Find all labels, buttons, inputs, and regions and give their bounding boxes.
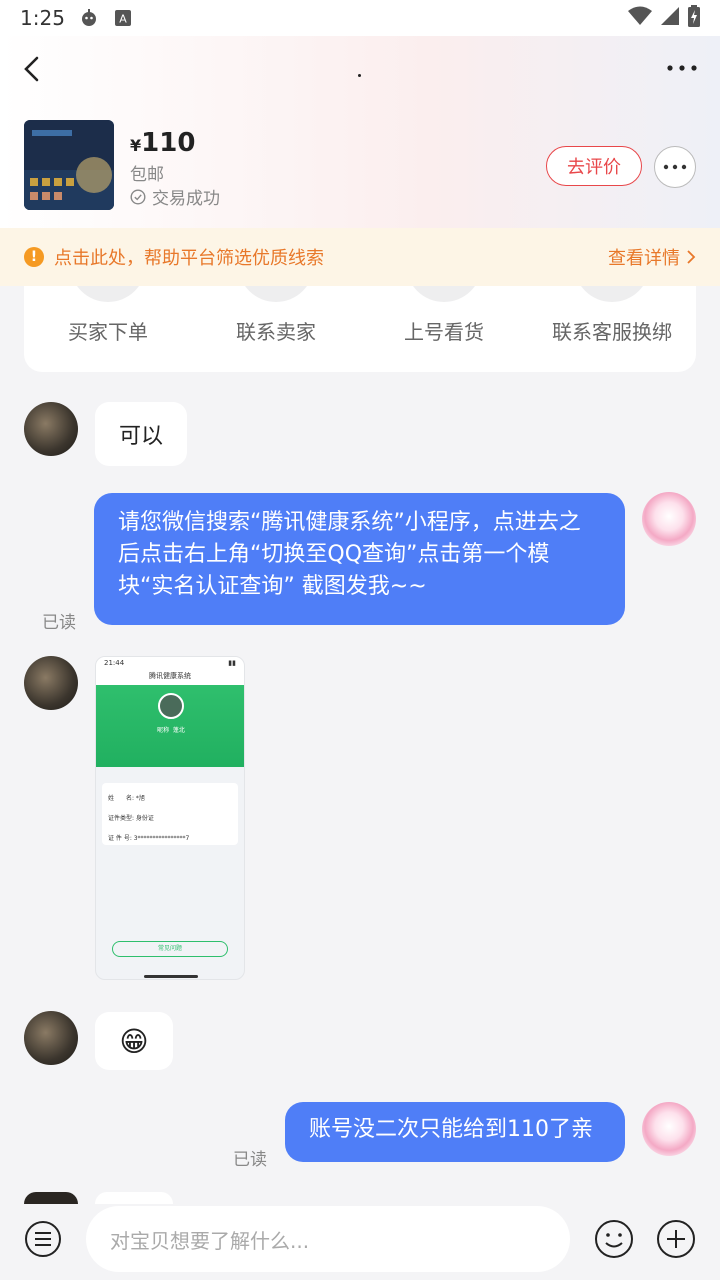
product-thumbnail[interactable] xyxy=(24,120,114,210)
action-label: 上号看货 xyxy=(404,320,484,344)
back-button[interactable] xyxy=(18,54,48,84)
seller-avatar xyxy=(24,1192,78,1204)
input-bar: 对宝贝想要了解什么... xyxy=(0,1204,720,1280)
price-symbol: ¥ xyxy=(130,136,142,155)
notice-text: 点击此处，帮助平台筛选优质线索 xyxy=(54,248,324,269)
more-dots-icon xyxy=(663,164,687,170)
message-bubble: 可以 xyxy=(95,402,188,466)
wifi-icon xyxy=(628,6,652,30)
trade-status-text: 交易成功 xyxy=(152,189,220,209)
page-title xyxy=(358,74,361,77)
action-buyer-order[interactable]: 买家下单 xyxy=(24,286,192,372)
menu-icon xyxy=(25,1221,61,1257)
seller-avatar[interactable] xyxy=(24,1011,78,1065)
user-avatar[interactable] xyxy=(642,492,696,546)
action-icon-bg xyxy=(574,286,650,302)
emoji-message: 😁 xyxy=(95,1012,173,1070)
seller-avatar[interactable] xyxy=(24,402,78,456)
warning-icon: ! xyxy=(24,247,44,267)
shot-time: 21:44 xyxy=(104,659,125,667)
action-icon-bg xyxy=(406,286,482,302)
shot-field: 证件类型: 身份证 xyxy=(108,815,154,822)
robot-icon xyxy=(79,8,99,28)
shot-nick: 蓬北 xyxy=(172,727,185,734)
plus-icon xyxy=(657,1220,695,1258)
order-header: ¥110 包邮 交易成功 去评价 xyxy=(0,36,720,228)
smiley-icon xyxy=(595,1220,633,1258)
action-contact-seller[interactable]: 联系卖家 xyxy=(192,286,360,372)
message-bubble: 请您微信搜索“腾讯健康系统”小程序，点进去之后点击右上角“切换至QQ查询”点击第… xyxy=(94,493,625,625)
read-receipt: 已读 xyxy=(233,1150,267,1170)
shot-status: 21:44 ▮▮ xyxy=(96,657,244,671)
svg-text:A: A xyxy=(119,13,127,26)
shot-home-bar xyxy=(144,975,198,978)
action-label: 联系卖家 xyxy=(236,320,316,344)
action-icon-bg xyxy=(238,286,314,302)
notice-details-link[interactable]: 查看详情 xyxy=(608,244,696,270)
emoji-button[interactable] xyxy=(594,1219,634,1259)
status-time: 1:25 xyxy=(20,6,65,30)
shot-field: 证 件 号: 3****************7 xyxy=(108,835,190,842)
shot-field: 姓 名: *旭 xyxy=(108,795,145,802)
shot-title: 腾讯健康系统 xyxy=(96,671,244,685)
message-bubble: 账号没二次只能给到110了亲 xyxy=(285,1102,625,1162)
seller-avatar[interactable] xyxy=(24,656,78,710)
message-bubble-partial xyxy=(95,1192,173,1204)
more-dots-icon xyxy=(667,65,697,71)
read-receipt: 已读 xyxy=(42,613,76,633)
action-icon-bg xyxy=(70,286,146,302)
message-input[interactable]: 对宝贝想要了解什么... xyxy=(86,1206,570,1272)
image-message[interactable]: 21:44 ▮▮ 腾讯健康系统 昵称 蓬北 姓 名: *旭 证件类型: 身份证 证… xyxy=(95,656,245,980)
notice-link-text: 查看详情 xyxy=(608,248,680,269)
product-more-button[interactable] xyxy=(654,146,696,188)
action-login-check[interactable]: 上号看货 xyxy=(360,286,528,372)
signal-icon xyxy=(660,6,680,30)
add-button[interactable] xyxy=(656,1219,696,1259)
shot-avatar xyxy=(158,693,184,719)
shot-button: 常见问题 xyxy=(112,941,228,957)
shot-name: 昵称 蓬北 xyxy=(96,725,244,734)
action-label: 联系客服换绑 xyxy=(552,320,672,344)
price-value: 110 xyxy=(141,128,196,158)
action-label: 买家下单 xyxy=(68,320,148,344)
user-avatar[interactable] xyxy=(642,1102,696,1156)
shot-nick-label: 昵称 xyxy=(157,727,170,734)
menu-button[interactable] xyxy=(24,1220,62,1258)
more-options-button[interactable] xyxy=(666,60,698,74)
rate-button[interactable]: 去评价 xyxy=(546,146,642,186)
status-bar: 1:25 A xyxy=(0,0,720,36)
check-circle-icon xyxy=(130,188,146,205)
trade-status: 交易成功 xyxy=(130,184,220,209)
battery-icon xyxy=(688,5,700,31)
a-icon: A xyxy=(113,8,133,28)
shipping-label: 包邮 xyxy=(130,165,164,185)
chevron-right-icon xyxy=(687,250,696,264)
product-price: ¥110 xyxy=(130,128,195,158)
shot-profile: 昵称 蓬北 xyxy=(96,685,244,767)
quick-actions: 买家下单 联系卖家 上号看货 联系客服换绑 xyxy=(24,286,696,372)
action-contact-support[interactable]: 联系客服换绑 xyxy=(528,286,696,372)
notice-banner[interactable]: ! 点击此处，帮助平台筛选优质线索 查看详情 xyxy=(0,228,720,286)
chevron-left-icon xyxy=(24,56,39,82)
shot-signal: ▮▮ xyxy=(228,659,236,667)
shot-card: 姓 名: *旭 证件类型: 身份证 证 件 号: 3**************… xyxy=(102,783,238,845)
